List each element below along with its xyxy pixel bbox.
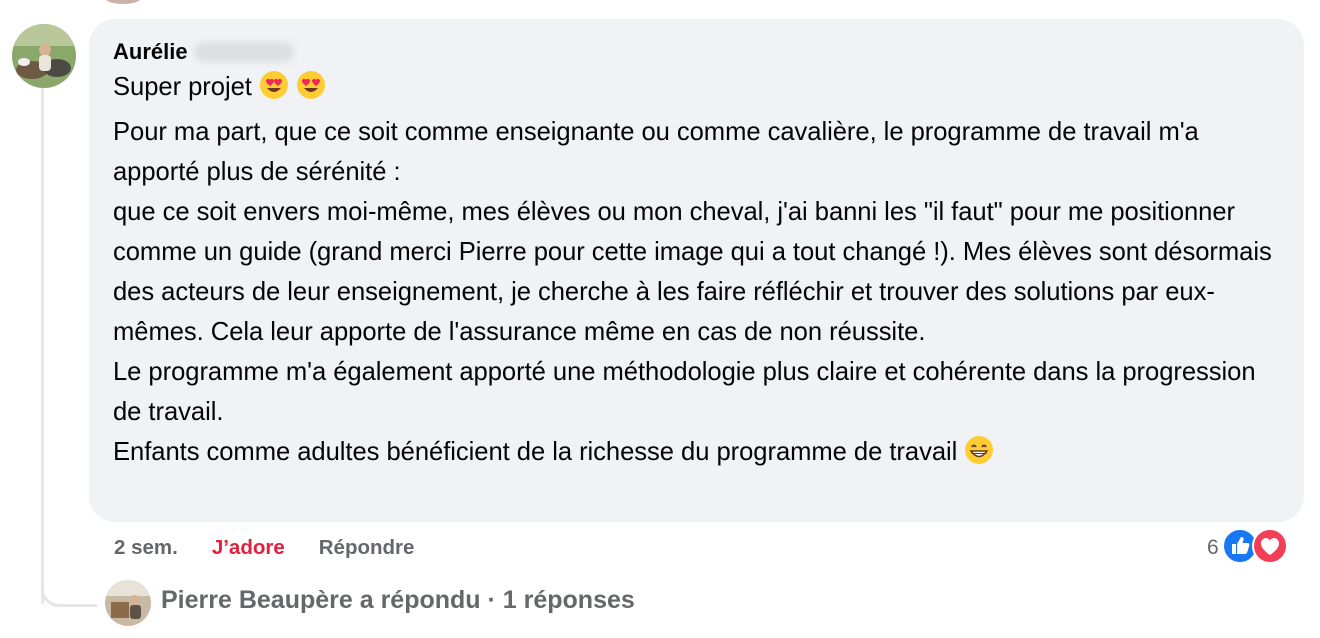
comment-body: Super projet Pour ma part, que ce soit c… <box>113 67 1280 477</box>
love-icon <box>1251 527 1288 569</box>
comment-bubble: Aurélie Super projet Pour ma part, que c… <box>89 19 1304 522</box>
comment-actions: 2 sem. J’adore Répondre <box>114 535 448 561</box>
comment-paragraph-text: Super projet <box>113 73 252 101</box>
comment-paragraph: Le programme m'a également apporté une m… <box>113 358 1256 426</box>
heart-eyes-icon <box>296 70 326 112</box>
reaction-summary[interactable]: 6 <box>1207 527 1288 569</box>
avatar[interactable] <box>12 24 76 88</box>
timestamp-link[interactable]: 2 sem. <box>114 536 178 560</box>
avatar-photo <box>12 24 76 88</box>
view-replies-link[interactable]: Pierre Beaupère a répondu · 1 réponses <box>161 586 635 615</box>
comment-paragraph: Pour ma part, que ce soit comme enseigna… <box>113 118 1199 186</box>
reply-avatar[interactable] <box>105 580 151 626</box>
comment-paragraph-text: Enfants comme adultes bénéficient de la … <box>113 438 958 466</box>
reply-avatar-photo <box>105 580 151 626</box>
comment-paragraph: Enfants comme adultes bénéficient de la … <box>113 432 1280 477</box>
reaction-count: 6 <box>1207 536 1219 559</box>
grinning-icon <box>964 435 994 477</box>
reply-button[interactable]: Répondre <box>319 536 415 560</box>
previous-comment-avatar-edge <box>105 0 141 4</box>
comment-paragraph: que ce soit envers moi-même, mes élèves … <box>113 198 1272 346</box>
thread-connector <box>41 575 97 607</box>
blurred-surname <box>193 42 294 62</box>
heart-eyes-icon <box>259 70 289 112</box>
comment-author[interactable]: Aurélie <box>113 39 188 65</box>
thread-line <box>41 88 44 604</box>
love-reaction-button[interactable]: J’adore <box>212 536 285 560</box>
comment-paragraph: Super projet <box>113 67 1280 112</box>
